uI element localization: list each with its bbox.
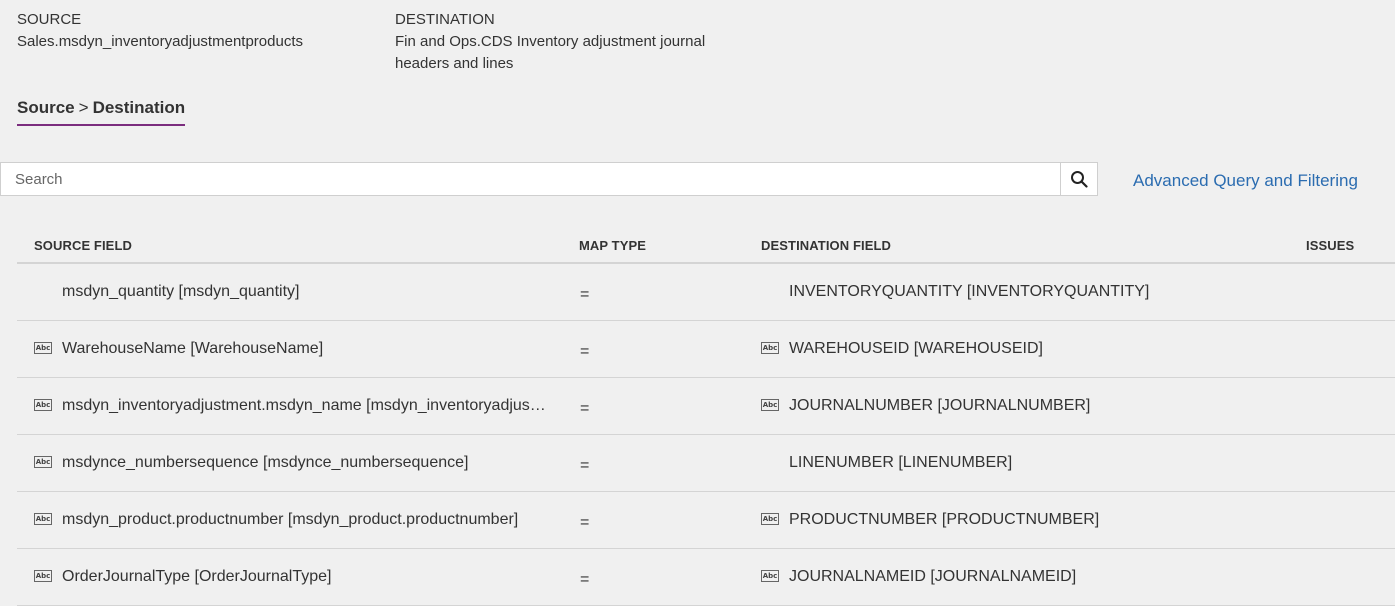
table-row[interactable]: Abc msdynce_numbersequence [msdynce_numbe… (17, 435, 1395, 492)
text-type-icon: Abc (761, 513, 779, 525)
column-header-map-type[interactable]: MAP TYPE (579, 238, 646, 253)
advanced-query-link[interactable]: Advanced Query and Filtering (1133, 171, 1358, 191)
destination-value: Fin and Ops.CDS Inventory adjustment jou… (395, 33, 706, 72)
destination-field-cell[interactable]: PRODUCTNUMBER [PRODUCTNUMBER] (789, 511, 1099, 529)
text-type-icon: Abc (34, 456, 52, 468)
table-row[interactable]: msdyn_quantity [msdyn_quantity] = INVENTOR… (17, 264, 1395, 321)
search-button[interactable] (1060, 163, 1097, 195)
pivot-separator: > (78, 98, 89, 117)
search-input[interactable] (1, 163, 1060, 195)
source-field-cell[interactable]: msdynce_numbersequence [msdynce_numberse… (62, 454, 468, 472)
column-header-issues[interactable]: ISSUES (1306, 238, 1354, 253)
source-field-cell[interactable]: msdyn_inventoryadjustment.msdyn_name [ms… (62, 397, 547, 415)
map-type-cell[interactable]: = (580, 400, 589, 418)
column-header-source-field[interactable]: SOURCE FIELD (34, 238, 132, 253)
destination-field-cell[interactable]: WAREHOUSEID [WAREHOUSEID] (789, 340, 1043, 358)
grid-header: SOURCE FIELD MAP TYPE DESTINATION FIELD … (17, 228, 1395, 264)
destination-field-cell[interactable]: JOURNALNAMEID [JOURNALNAMEID] (789, 568, 1076, 586)
destination-info: DESTINATION Fin and Ops.CDS Inventory ad… (395, 9, 735, 75)
source-value: Sales.msdyn_inventoryadjustmentproducts (17, 33, 303, 50)
map-type-cell[interactable]: = (580, 514, 589, 532)
destination-field-cell[interactable]: INVENTORYQUANTITY [INVENTORYQUANTITY] (789, 283, 1149, 301)
table-row[interactable]: Abc WarehouseName [WarehouseName] = Abc WARE… (17, 321, 1395, 378)
destination-field-cell[interactable]: LINENUMBER [LINENUMBER] (789, 454, 1012, 472)
text-type-icon: Abc (34, 399, 52, 411)
source-field-cell[interactable]: msdyn_product.productnumber [msdyn_produ… (62, 511, 518, 529)
search-box (0, 162, 1098, 196)
table-row[interactable]: Abc msdyn_inventoryadjustment.msdyn_name … (17, 378, 1395, 435)
text-type-icon: Abc (761, 399, 779, 411)
pivot-source: Source (17, 98, 75, 117)
text-type-icon: Abc (34, 570, 52, 582)
pivot-destination: Destination (92, 98, 186, 117)
destination-label: DESTINATION (395, 11, 495, 28)
text-type-icon: Abc (761, 342, 779, 354)
source-field-cell[interactable]: WarehouseName [WarehouseName] (62, 340, 323, 358)
text-type-icon: Abc (34, 513, 52, 525)
text-type-icon: Abc (34, 342, 52, 354)
source-label: SOURCE (17, 11, 82, 28)
source-info: SOURCE Sales.msdyn_inventoryadjustmentpr… (17, 9, 303, 53)
source-field-cell[interactable]: OrderJournalType [OrderJournalType] (62, 568, 331, 586)
grid-rows: msdyn_quantity [msdyn_quantity] = INVENTOR… (17, 264, 1395, 606)
map-type-cell[interactable]: = (580, 457, 589, 475)
pivot-source-destination[interactable]: Source > Destination (17, 97, 186, 126)
map-type-cell[interactable]: = (580, 286, 589, 304)
mapping-grid: SOURCE FIELD MAP TYPE DESTINATION FIELD … (17, 228, 1395, 606)
text-type-icon: Abc (761, 570, 779, 582)
table-row[interactable]: Abc msdyn_product.productnumber [msdyn_pr… (17, 492, 1395, 549)
destination-field-cell[interactable]: JOURNALNUMBER [JOURNALNUMBER] (789, 397, 1090, 415)
column-header-destination-field[interactable]: DESTINATION FIELD (761, 238, 891, 253)
table-row[interactable]: Abc OrderJournalType [OrderJournalType] = A… (17, 549, 1395, 606)
map-type-cell[interactable]: = (580, 571, 589, 589)
search-icon (1071, 171, 1088, 188)
map-type-cell[interactable]: = (580, 343, 589, 361)
source-field-cell[interactable]: msdyn_quantity [msdyn_quantity] (62, 283, 299, 301)
